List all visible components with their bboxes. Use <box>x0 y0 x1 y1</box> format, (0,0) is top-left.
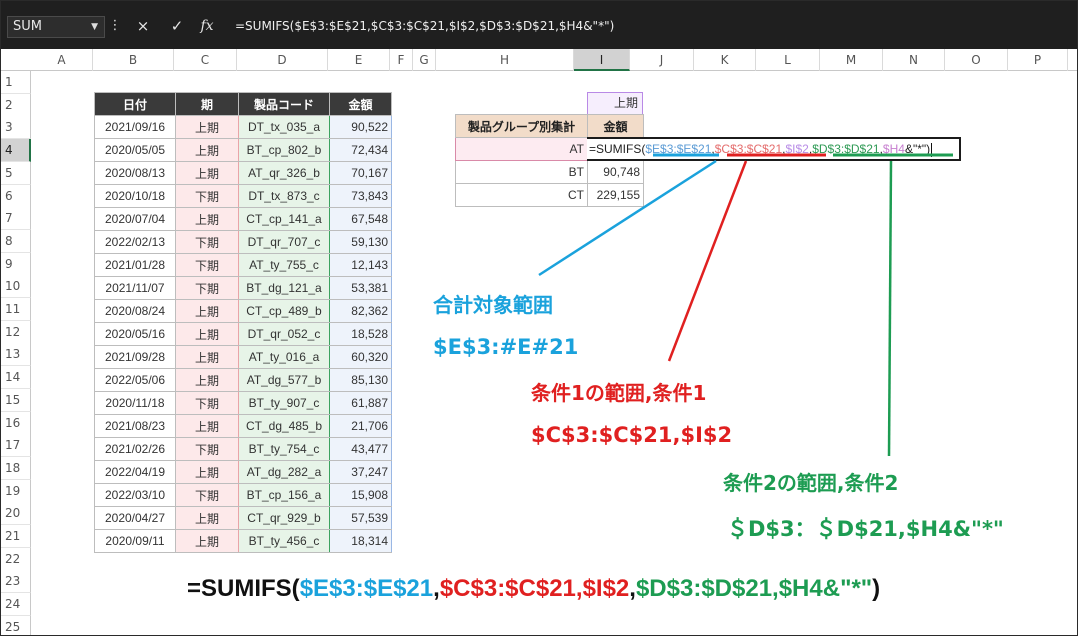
formula-part: =SUMIFS( <box>187 575 300 602</box>
spreadsheet-window: SUM ▼ ⋮ × ✓ fx =SUMIFS($E$3:$E$21,$C$3:$… <box>0 0 1078 636</box>
formula-part: , <box>433 575 440 602</box>
cond2-pointer <box>887 160 893 457</box>
sum-range-pointer <box>538 159 717 277</box>
sum-range-title: 合計対象範囲 <box>433 293 553 317</box>
formula-part: $E$3:$E$21 <box>299 575 434 602</box>
formula-part: $D$3:$D$21,$H4&"*" <box>635 575 873 602</box>
cond1-pointer <box>667 160 748 362</box>
cond2-value: ＄D$3：＄D$21,$H4&"*" <box>727 517 1004 541</box>
cond1-value: $C$3:$C$21,$I$2 <box>531 423 733 447</box>
formula-part: $C$3:$C$21,$I$2 <box>439 575 630 602</box>
sum-range-value: $E$3:#E#21 <box>433 335 579 359</box>
formula-explanation: =SUMIFS($E$3:$E$21,$C$3:$C$21,$I$2,$D$3:… <box>187 575 880 603</box>
cond2-title: 条件2の範囲,条件2 <box>723 471 899 495</box>
cond1-title: 条件1の範囲,条件1 <box>531 381 707 405</box>
formula-part: , <box>629 575 636 602</box>
formula-part: ) <box>872 575 881 602</box>
